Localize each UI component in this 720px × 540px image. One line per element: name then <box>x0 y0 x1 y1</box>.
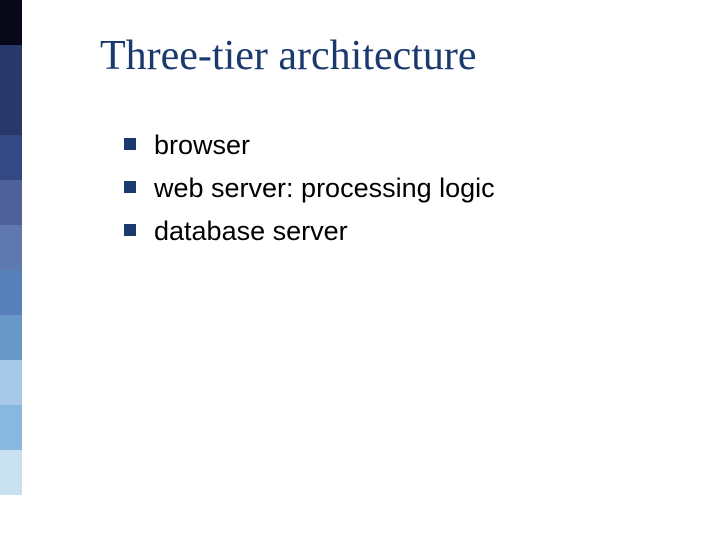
list-item: browser <box>124 128 680 163</box>
list-item: web server: processing logic <box>124 171 680 206</box>
stripe-6 <box>0 270 22 315</box>
stripe-10 <box>0 450 22 495</box>
stripe-4 <box>0 180 22 225</box>
stripe-9 <box>0 405 22 450</box>
stripe-2 <box>0 90 22 135</box>
stripe-8 <box>0 360 22 405</box>
bullet-list: browser web server: processing logic dat… <box>100 128 680 249</box>
stripe-3 <box>0 135 22 180</box>
bullet-text: web server: processing logic <box>154 171 495 206</box>
stripe-1 <box>0 45 22 90</box>
stripe-0 <box>0 0 22 45</box>
bullet-marker-icon <box>124 224 136 236</box>
slide-title: Three-tier architecture <box>100 32 680 80</box>
bullet-marker-icon <box>124 181 136 193</box>
bullet-text: browser <box>154 128 250 163</box>
bullet-text: database server <box>154 214 348 249</box>
sidebar-stripes <box>0 0 22 540</box>
list-item: database server <box>124 214 680 249</box>
stripe-7 <box>0 315 22 360</box>
slide-content: Three-tier architecture browser web serv… <box>100 32 680 257</box>
bullet-marker-icon <box>124 138 136 150</box>
stripe-5 <box>0 225 22 270</box>
stripe-11 <box>0 495 22 540</box>
